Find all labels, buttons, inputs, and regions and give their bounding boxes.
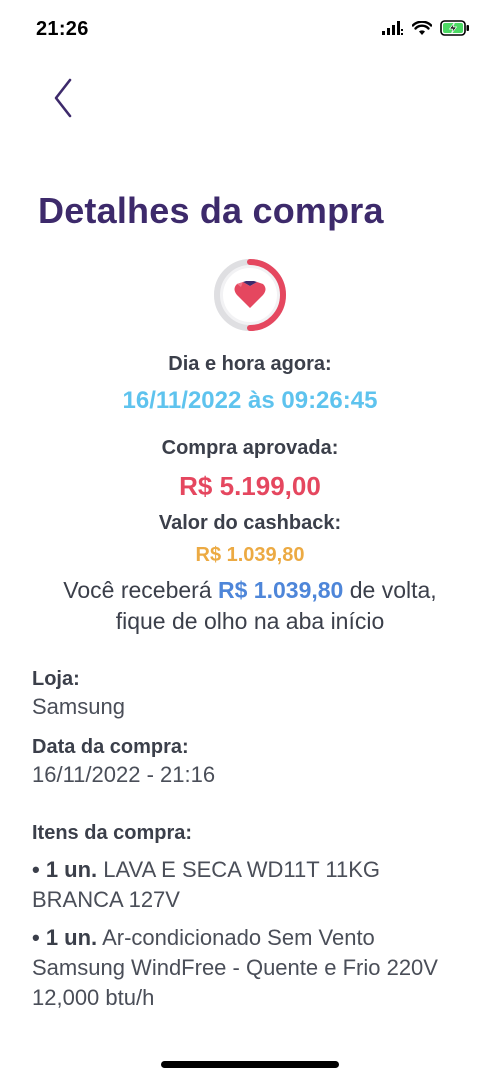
- status-icons: [382, 20, 470, 36]
- cashback-message-line1: Você receberá R$ 1.039,80 de volta,: [0, 575, 500, 606]
- page-title: Detalhes da compra: [38, 190, 384, 231]
- store-value: Samsung: [32, 694, 125, 719]
- cashback-label: Valor do cashback:: [158, 512, 342, 534]
- message-suffix: de volta,: [343, 577, 437, 603]
- items-label: Itens da compra:: [32, 822, 193, 844]
- back-button[interactable]: [40, 72, 84, 124]
- chevron-left-icon: [54, 78, 72, 118]
- purchase-status-label: Compra aprovada:: [161, 437, 339, 459]
- signal-icon: [382, 21, 403, 35]
- cashback-amount: R$ 1.039,80: [195, 544, 305, 566]
- home-indicator[interactable]: [161, 1061, 339, 1068]
- cashback-message-line2: fique de olho na aba início: [115, 608, 385, 634]
- battery-charging-icon: [440, 20, 469, 36]
- cashback-message: Você receberá R$ 1.039,80 de volta, fiqu…: [0, 575, 500, 637]
- item-bullet: •: [32, 857, 46, 882]
- purchase-amount: R$ 5.199,00: [179, 471, 321, 501]
- now-label: Dia e hora agora:: [168, 353, 332, 375]
- list-item: • 1 un. LAVA E SECA WD11T 11KG BRANCA 12…: [32, 855, 472, 915]
- message-prefix: Você receberá: [63, 577, 219, 603]
- status-time: 21:26: [36, 18, 89, 40]
- wifi-icon: [412, 20, 432, 35]
- now-datetime: 16/11/2022 às 09:26:45: [122, 387, 378, 414]
- list-item: • 1 un. Ar-condicionado Sem Vento Samsun…: [32, 923, 472, 1013]
- purchase-date-label: Data da compra:: [32, 736, 189, 758]
- heart-gem-icon: [214, 259, 286, 331]
- purchase-date-value: 16/11/2022 - 21:16: [32, 762, 216, 787]
- cashback-badge: [210, 255, 290, 335]
- message-amount: R$ 1.039,80: [218, 577, 344, 603]
- status-bar: 21:26: [0, 0, 500, 60]
- store-label: Loja:: [32, 668, 80, 690]
- item-bullet: •: [32, 925, 46, 950]
- item-quantity: 1 un.: [45, 925, 98, 950]
- item-quantity: 1 un.: [45, 857, 98, 882]
